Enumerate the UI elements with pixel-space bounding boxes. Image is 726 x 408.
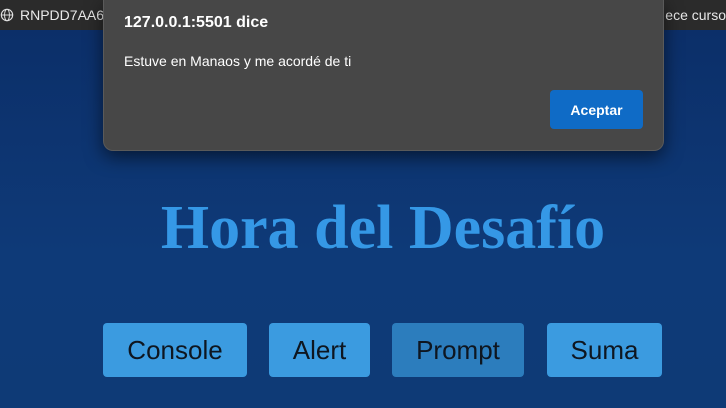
dialog-message: Estuve en Manaos y me acordé de ti: [124, 53, 352, 69]
globe-icon: [0, 8, 14, 22]
accept-button[interactable]: Aceptar: [550, 90, 643, 129]
console-button[interactable]: Console: [103, 323, 247, 377]
alert-dialog: 127.0.0.1:5501 dice Estuve en Manaos y m…: [103, 0, 664, 151]
bookmark-item-right[interactable]: ece curso: [665, 0, 726, 30]
suma-button[interactable]: Suma: [547, 323, 662, 377]
alert-button[interactable]: Alert: [269, 323, 370, 377]
bookmark-item-left[interactable]: RNPDD7AA6: [0, 0, 104, 30]
bookmark-label: RNPDD7AA6: [20, 7, 105, 23]
bookmark-label-right: ece curso: [665, 7, 726, 23]
page-title: Hora del Desafío: [160, 194, 606, 262]
prompt-button[interactable]: Prompt: [392, 323, 524, 377]
dialog-origin: 127.0.0.1:5501 dice: [124, 14, 269, 31]
